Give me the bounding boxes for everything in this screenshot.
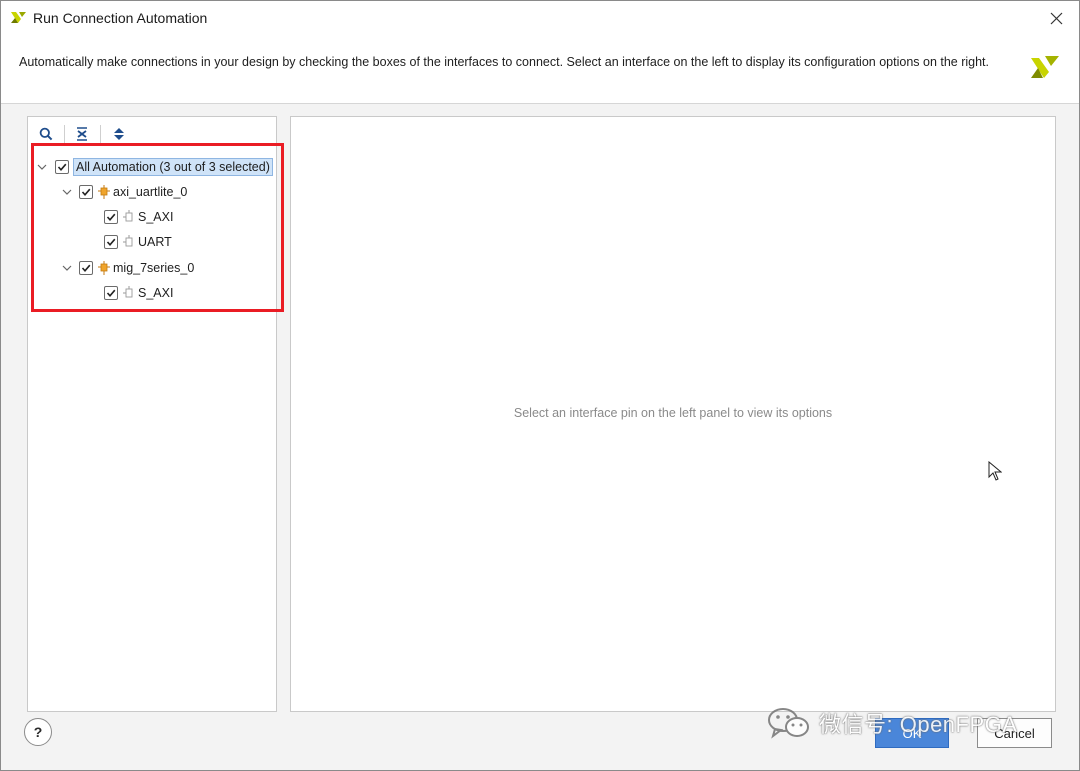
mouse-cursor-icon: [988, 461, 1002, 481]
title-bar[interactable]: Run Connection Automation: [1, 1, 1079, 35]
interface-tree-panel: All Automation (3 out of 3 selected) axi…: [27, 116, 277, 712]
options-panel: Select an interface pin on the left pane…: [290, 116, 1056, 712]
interface-pin-icon: [123, 235, 133, 247]
chevron-down-icon[interactable]: [61, 262, 73, 274]
checkbox-uartlite-uart[interactable]: [104, 235, 118, 249]
checkmark-icon: [81, 188, 91, 197]
wechat-icon: [768, 708, 809, 739]
ip-block-icon: [98, 185, 110, 199]
collapse-all-button[interactable]: [72, 124, 92, 144]
ip-block-icon: [98, 261, 110, 275]
wechat-watermark: 微信号: OpenFPGA: [767, 703, 1017, 743]
checkmark-icon: [81, 264, 91, 273]
checkbox-uartlite-s-axi[interactable]: [104, 210, 118, 224]
close-button[interactable]: [1033, 1, 1079, 35]
vivado-logo-icon: [1031, 56, 1059, 78]
tree-node-mig-7series[interactable]: mig_7series_0: [61, 257, 194, 279]
checkmark-icon: [106, 213, 116, 222]
checkmark-icon: [57, 163, 67, 172]
tree-node-axi-uartlite[interactable]: axi_uartlite_0: [61, 181, 187, 203]
expand-all-icon: [114, 128, 124, 140]
toolbar-separator: [100, 125, 101, 143]
interface-pin-icon: [123, 210, 133, 222]
tree-node-all-automation[interactable]: All Automation (3 out of 3 selected): [36, 156, 273, 178]
watermark-text: 微信号: OpenFPGA: [819, 712, 1018, 737]
toolbar-separator: [64, 125, 65, 143]
description-text: Automatically make connections in your d…: [19, 55, 990, 69]
checkbox-mig-7series[interactable]: [79, 261, 93, 275]
interface-pin-icon: [123, 286, 133, 298]
search-button[interactable]: [36, 124, 56, 144]
tree-node-label[interactable]: axi_uartlite_0: [113, 185, 187, 199]
vivado-app-icon: [11, 12, 26, 23]
tree-node-label[interactable]: All Automation (3 out of 3 selected): [73, 158, 273, 176]
dialog-window: Run Connection Automation Automatically …: [0, 0, 1080, 771]
tree-node-label[interactable]: S_AXI: [138, 210, 173, 224]
tree-node-mig-s-axi[interactable]: S_AXI: [104, 282, 173, 304]
close-icon: [1050, 12, 1062, 24]
help-button[interactable]: ?: [24, 718, 52, 746]
search-icon: [39, 127, 53, 141]
checkmark-icon: [106, 289, 116, 298]
checkmark-icon: [106, 238, 116, 247]
tree-node-label[interactable]: UART: [138, 235, 172, 249]
window-title: Run Connection Automation: [33, 10, 208, 26]
expand-all-button[interactable]: [109, 124, 129, 144]
tree-node-uartlite-uart[interactable]: UART: [104, 231, 172, 253]
tree-node-label[interactable]: mig_7series_0: [113, 261, 194, 275]
checkbox-all-automation[interactable]: [55, 160, 69, 174]
collapse-all-icon: [77, 127, 87, 141]
chevron-down-icon[interactable]: [36, 161, 48, 173]
options-placeholder-text: Select an interface pin on the left pane…: [513, 406, 833, 420]
description-header: Automatically make connections in your d…: [1, 35, 1079, 104]
tree-node-label[interactable]: S_AXI: [138, 286, 173, 300]
checkbox-mig-s-axi[interactable]: [104, 286, 118, 300]
tree-toolbar: [28, 117, 276, 149]
chevron-down-icon[interactable]: [61, 186, 73, 198]
checkbox-axi-uartlite[interactable]: [79, 185, 93, 199]
tree-node-uartlite-s-axi[interactable]: S_AXI: [104, 206, 173, 228]
